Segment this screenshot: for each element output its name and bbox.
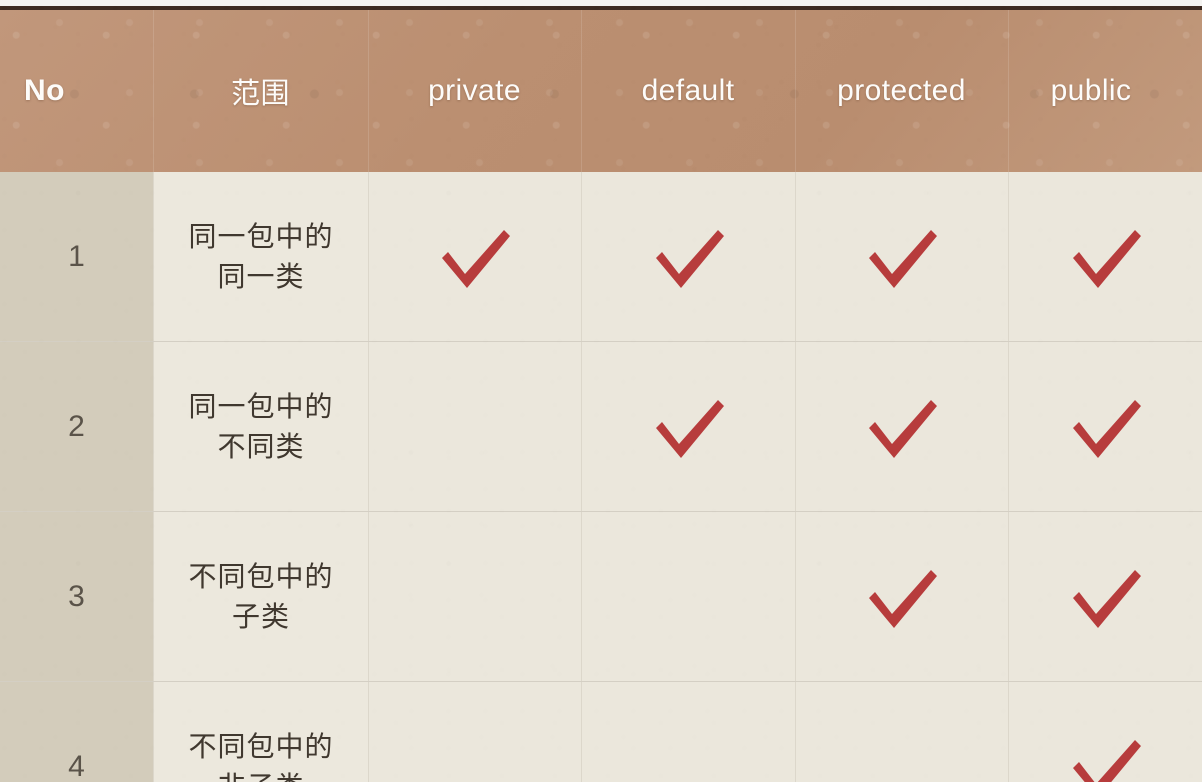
row-number: 1 xyxy=(0,172,153,341)
row-scope: 同一包中的同一类 xyxy=(153,172,368,341)
row-number: 4 xyxy=(0,682,153,782)
cell-private xyxy=(368,682,581,782)
row-scope: 不同包中的非子类 xyxy=(153,682,368,782)
cell-protected xyxy=(795,512,1008,681)
check-mark-icon xyxy=(442,229,510,288)
check-mark-icon xyxy=(1072,399,1141,458)
cell-private xyxy=(368,342,581,511)
cell-public xyxy=(1008,682,1202,782)
cell-default xyxy=(581,682,795,782)
table-row: 1 同一包中的同一类 xyxy=(0,172,1202,342)
cell-default xyxy=(581,512,795,681)
cell-private xyxy=(368,512,581,681)
check-mark-icon xyxy=(1072,229,1141,288)
column-header-protected: protected xyxy=(795,10,1008,172)
row-number: 3 xyxy=(0,512,153,681)
access-modifier-table: No 范围 private default protected public 1… xyxy=(0,10,1202,782)
column-header-private: private xyxy=(368,10,581,172)
row-scope: 同一包中的不同类 xyxy=(153,342,368,511)
cell-protected xyxy=(795,172,1008,341)
slide-root: No 范围 private default protected public 1… xyxy=(0,0,1202,782)
cell-public xyxy=(1008,512,1202,681)
table-row: 4 不同包中的非子类 xyxy=(0,682,1202,782)
column-header-no: No xyxy=(24,74,65,107)
cell-protected xyxy=(795,682,1008,782)
cell-private xyxy=(368,172,581,341)
cell-default xyxy=(581,342,795,511)
check-mark-icon xyxy=(869,569,937,628)
check-mark-icon xyxy=(869,399,937,458)
row-scope: 不同包中的子类 xyxy=(153,512,368,681)
row-number: 2 xyxy=(0,342,153,511)
cell-protected xyxy=(795,342,1008,511)
check-mark-icon xyxy=(1072,739,1141,782)
check-mark-icon xyxy=(1072,569,1141,628)
cell-default xyxy=(581,172,795,341)
table-row: 3 不同包中的子类 xyxy=(0,512,1202,682)
cell-public xyxy=(1008,172,1202,341)
column-header-default: default xyxy=(581,10,795,172)
check-mark-icon xyxy=(869,229,937,288)
cell-public xyxy=(1008,342,1202,511)
check-mark-icon xyxy=(655,229,724,288)
table-row: 2 同一包中的不同类 xyxy=(0,342,1202,512)
column-header-scope: 范围 xyxy=(153,10,368,172)
table-header-row: No 范围 private default protected public xyxy=(0,10,1202,172)
check-mark-icon xyxy=(655,399,724,458)
column-header-public: public xyxy=(1008,10,1202,172)
